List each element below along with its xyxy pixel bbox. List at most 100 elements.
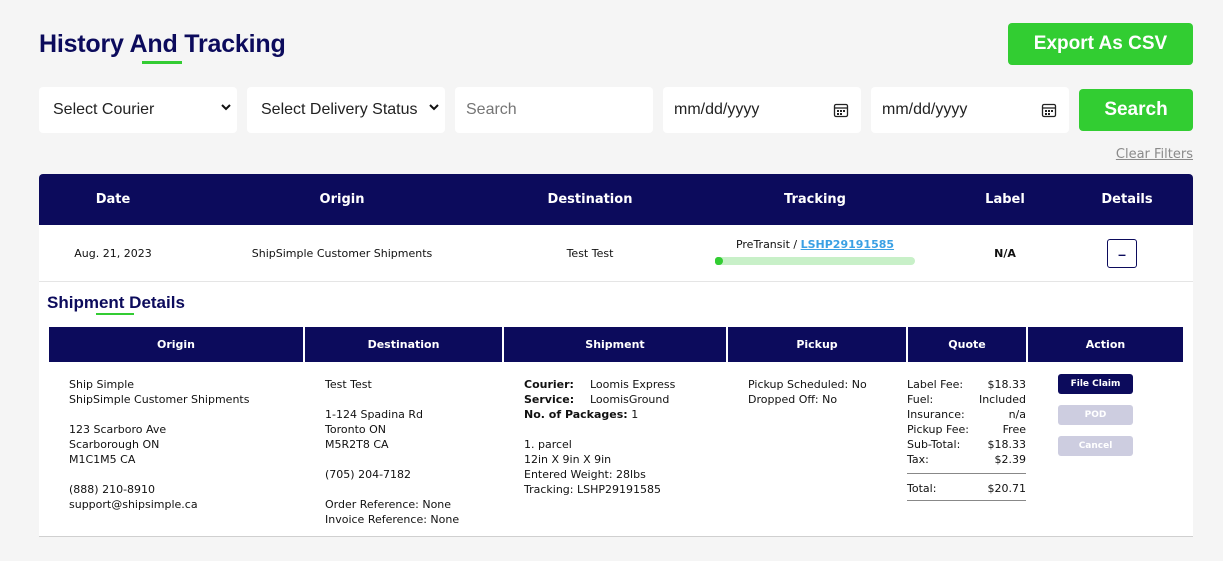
shipments-table: Date Origin Destination Tracking Label D…: [39, 174, 1193, 537]
invoice-reference: Invoice Reference: None: [325, 513, 460, 526]
origin-name: Ship Simple: [69, 378, 135, 391]
details-title-underline: [96, 313, 134, 315]
destination-address: Test Test 1-124 Spadina Rd Toronto ON M5…: [325, 377, 459, 527]
tracking-progress-dot: [715, 257, 723, 265]
service-value: LoomisGround: [590, 393, 670, 406]
quote-value: $18.33: [987, 378, 1027, 391]
title-underline: [142, 61, 182, 64]
tracking-number-link[interactable]: LSHP29191585: [801, 238, 894, 251]
pod-button[interactable]: POD: [1058, 405, 1133, 425]
quote-total-value: $20.71: [987, 482, 1027, 495]
calendar-icon[interactable]: [833, 102, 849, 118]
courier-label: Courier:: [524, 378, 574, 391]
origin-address: Ship Simple ShipSimple Customer Shipment…: [69, 377, 249, 512]
search-input[interactable]: Search: [455, 87, 653, 133]
parcel-weight: Entered Weight: 28lbs: [524, 468, 646, 481]
quote-divider: [907, 473, 1026, 474]
page-title: History And Tracking: [39, 30, 286, 58]
quote-breakdown: Label Fee: $18.33 Fuel: Included Insurance…: [907, 377, 1026, 501]
packages-value: 1: [631, 408, 639, 421]
courier-select-value: Select Courier: [53, 101, 155, 118]
date-to-placeholder: mm/dd/yyyy: [882, 101, 968, 118]
quote-row: Sub-Total: $18.33: [907, 437, 1026, 452]
details-header-action: Action: [1028, 327, 1183, 362]
details-header-shipment: Shipment: [504, 327, 726, 362]
destination-city: Toronto ON: [325, 423, 386, 436]
quote-label: Tax:: [907, 453, 929, 466]
row-date: Aug. 21, 2023: [74, 247, 152, 260]
quote-label: Pickup Fee:: [907, 423, 969, 436]
quote-value: Free: [1002, 423, 1026, 436]
origin-city: Scarborough ON: [69, 438, 160, 451]
table-row[interactable]: Aug. 21, 2023 ShipSimple Customer Shipme…: [39, 225, 1193, 282]
destination-phone: (705) 204-7182: [325, 468, 412, 481]
quote-label: Label Fee:: [907, 378, 964, 391]
calendar-icon[interactable]: [1041, 102, 1057, 118]
row-origin: ShipSimple Customer Shipments: [251, 247, 433, 260]
tracking-status: PreTransit /: [735, 238, 798, 251]
details-header-destination: Destination: [305, 327, 502, 362]
parcel-tracking: Tracking: LSHP29191585: [524, 483, 662, 496]
quote-row: Fuel: Included: [907, 392, 1026, 407]
chevron-down-icon: [221, 104, 231, 111]
header-destination: Destination: [547, 192, 633, 207]
destination-name: Test Test: [325, 378, 372, 391]
tracking-progress-bar: [715, 257, 915, 265]
search-button[interactable]: Search: [1079, 89, 1193, 131]
destination-postal: M5R2T8 CA: [325, 438, 389, 451]
pickup-info: Pickup Scheduled: No Dropped Off: No: [748, 377, 867, 407]
destination-street: 1-124 Spadina Rd: [325, 408, 424, 421]
quote-value: $2.39: [994, 453, 1027, 466]
quote-value: Included: [978, 393, 1026, 406]
chevron-down-icon: [429, 104, 439, 111]
details-header-origin: Origin: [49, 327, 303, 362]
collapse-details-button[interactable]: –: [1107, 239, 1137, 268]
cancel-button[interactable]: Cancel: [1058, 436, 1133, 456]
dropped-off: Dropped Off: No: [748, 393, 838, 406]
quote-value: $18.33: [987, 438, 1027, 451]
quote-row: Pickup Fee: Free: [907, 422, 1026, 437]
origin-company: ShipSimple Customer Shipments: [69, 393, 250, 406]
parcel-dimensions: 12in X 9in X 9in: [524, 453, 612, 466]
origin-phone: (888) 210-8910: [69, 483, 156, 496]
shipment-details-panel: Shipment Details Origin Destination Ship…: [39, 282, 1193, 537]
order-reference: Order Reference: None: [325, 498, 452, 511]
row-tracking: PreTransit / LSHP29191585: [715, 238, 915, 265]
header-details: Details: [1101, 192, 1153, 207]
packages-label: No. of Packages:: [524, 408, 628, 421]
header-tracking: Tracking: [784, 192, 846, 207]
header-date: Date: [95, 192, 131, 207]
courier-select[interactable]: Select Courier: [39, 87, 237, 133]
header-label: Label: [985, 192, 1025, 207]
quote-total-row: Total: $20.71: [907, 481, 1026, 501]
quote-total-label: Total:: [907, 482, 937, 495]
details-header-pickup: Pickup: [728, 327, 906, 362]
details-header-quote: Quote: [908, 327, 1026, 362]
search-input-placeholder: Search: [466, 101, 517, 118]
file-claim-button[interactable]: File Claim: [1058, 374, 1133, 394]
parcel-name: 1. parcel: [524, 438, 572, 451]
delivery-status-select[interactable]: Select Delivery Status: [247, 87, 445, 133]
service-label: Service:: [524, 393, 575, 406]
quote-label: Fuel:: [907, 393, 934, 406]
shipment-details-title: Shipment Details: [47, 293, 185, 312]
delivery-status-select-value: Select Delivery Status: [261, 101, 418, 118]
quote-label: Insurance:: [907, 408, 965, 421]
row-destination: Test Test: [566, 247, 614, 260]
origin-postal: M1C1M5 CA: [69, 453, 136, 466]
pickup-scheduled: Pickup Scheduled: No: [748, 378, 867, 391]
quote-row: Tax: $2.39: [907, 452, 1026, 467]
shipment-info: Courier: Loomis Express Service: LoomisGro…: [524, 377, 675, 497]
row-label: N/A: [994, 247, 1016, 260]
date-to-input[interactable]: mm/dd/yyyy: [871, 87, 1069, 133]
date-from-input[interactable]: mm/dd/yyyy: [663, 87, 861, 133]
quote-label: Sub-Total:: [907, 438, 961, 451]
clear-filters-link[interactable]: Clear Filters: [1116, 147, 1193, 162]
table-header: Date Origin Destination Tracking Label D…: [39, 174, 1193, 225]
quote-value: n/a: [1008, 408, 1026, 421]
quote-row: Label Fee: $18.33: [907, 377, 1026, 392]
quote-row: Insurance: n/a: [907, 407, 1026, 422]
export-csv-button[interactable]: Export As CSV: [1008, 23, 1193, 65]
courier-value: Loomis Express: [590, 378, 676, 391]
origin-email: support@shipsimple.ca: [69, 498, 198, 511]
